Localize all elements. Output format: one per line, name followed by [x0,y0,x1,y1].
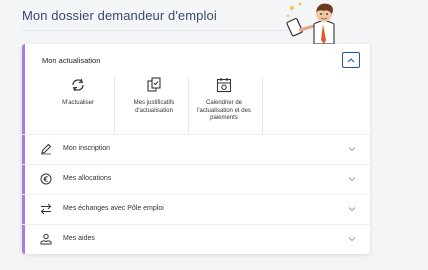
section-title: Mon actualisation [42,56,101,65]
tile-justificatifs[interactable]: Mes justificatifs d'actualisation [124,76,184,134]
calendar-icon [216,78,232,93]
section-accent [22,195,25,224]
euro-icon [40,173,52,185]
tile-label: Calendrier de l'actualisation et des pai… [197,100,251,121]
tile-actualiser[interactable]: M'actualiser [54,76,102,134]
title-divider [22,30,300,31]
section-label: Mon inscription [63,145,111,152]
tile-label: M'actualiser [62,100,94,106]
section-actualisation: Mon actualisation M'actualiser Mes justi… [22,44,370,134]
section-aides[interactable]: Mes aides [22,224,370,254]
pen-icon [41,143,52,155]
section-accent [22,135,25,164]
chevron-down-icon [348,237,356,242]
refresh-icon [72,78,84,92]
exchange-arrows-icon [40,203,52,215]
tile-divider [114,76,115,134]
collapse-button[interactable] [342,52,360,68]
chevron-down-icon [348,147,356,152]
section-accent [22,44,25,134]
section-label: Mes aides [63,235,95,242]
section-echanges[interactable]: Mes échanges avec Pôle emploi [22,194,370,224]
section-allocations[interactable]: Mes allocations [22,164,370,194]
section-label: Mes échanges avec Pôle emploi [63,205,164,212]
tile-calendrier[interactable]: Calendrier de l'actualisation et des pai… [196,76,252,134]
section-accent [22,225,25,254]
page-title: Mon dossier demandeur d'emploi [22,8,217,23]
dossier-card: Mon actualisation M'actualiser Mes justi… [22,44,370,254]
chevron-down-icon [348,177,356,182]
tile-divider [188,76,189,134]
helping-hands-icon [40,233,52,245]
documents-icon [147,77,161,92]
section-inscription[interactable]: Mon inscription [22,134,370,164]
chevron-up-icon [347,58,355,63]
section-accent [22,165,25,194]
tile-divider [262,76,263,134]
mascot-illustration [286,2,335,44]
tile-label: Mes justificatifs d'actualisation [133,100,175,114]
chevron-down-icon [348,207,356,212]
section-label: Mes allocations [63,175,112,182]
